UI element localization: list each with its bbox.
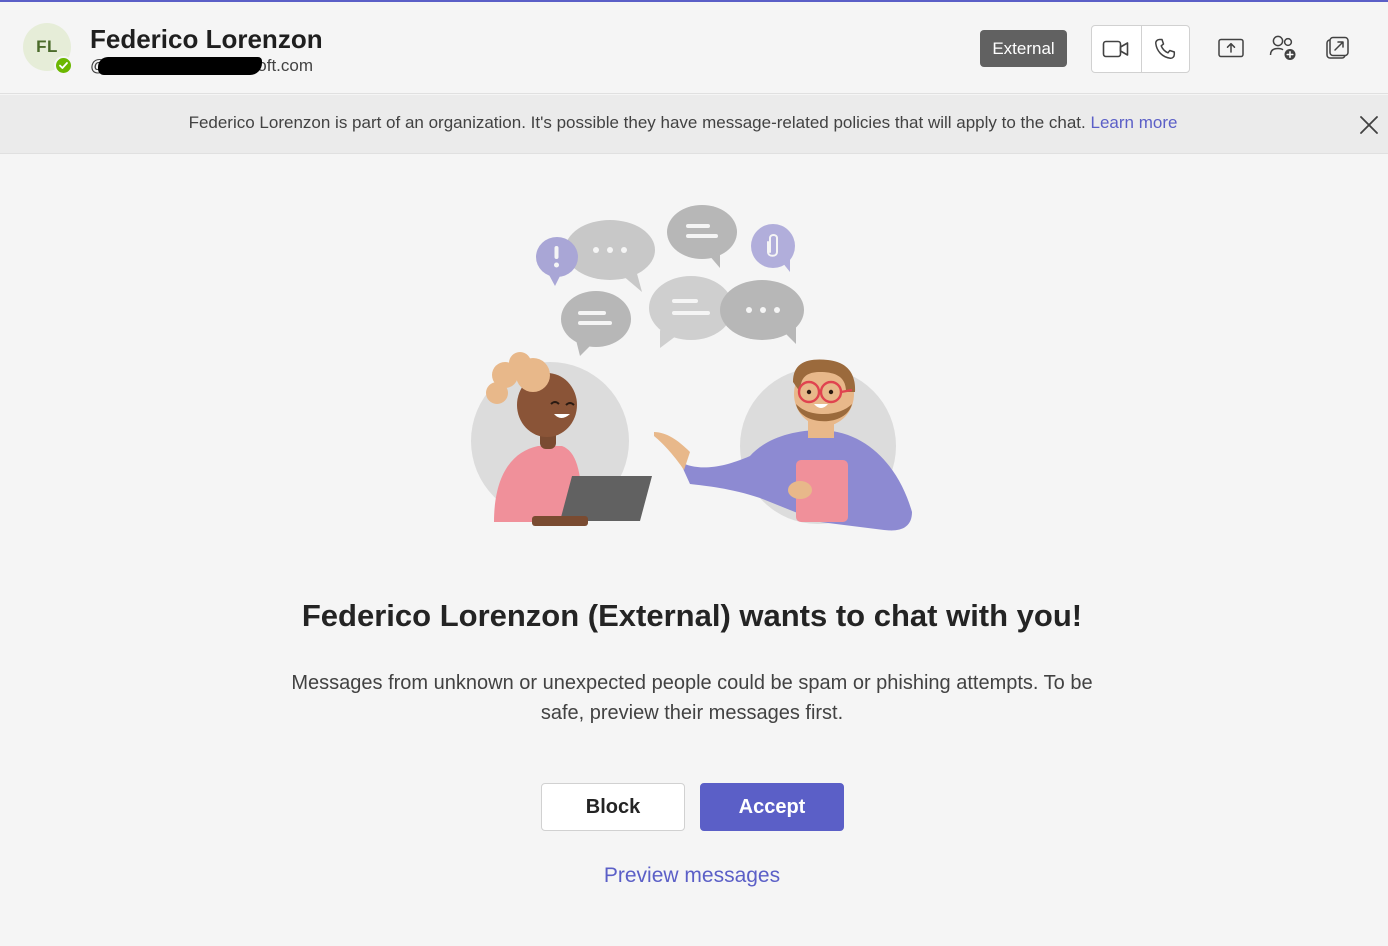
add-people-button[interactable] xyxy=(1268,33,1298,63)
speech-bubbles xyxy=(536,205,804,356)
block-button[interactable]: Block xyxy=(541,783,685,831)
contact-email-domain: oft.com xyxy=(257,56,314,75)
preview-messages-link: Preview messages xyxy=(0,864,1384,888)
pop-out-chat-icon xyxy=(1326,36,1349,59)
redaction-mark xyxy=(98,57,262,75)
close-icon xyxy=(1360,116,1378,134)
video-call-icon xyxy=(1102,40,1129,58)
chat-header: FL Federico Lorenzon @oft.com External xyxy=(0,2,1388,94)
audio-call-button[interactable] xyxy=(1140,26,1190,72)
org-policy-banner: Federico Lorenzon is part of an organiza… xyxy=(0,95,1388,154)
contact-name[interactable]: Federico Lorenzon xyxy=(90,24,323,55)
pop-out-button[interactable] xyxy=(1322,33,1352,63)
external-badge: External xyxy=(980,30,1067,67)
preview-messages-label[interactable]: Preview messages xyxy=(604,864,780,887)
chat-request-headline: Federico Lorenzon (External) wants to ch… xyxy=(301,598,1083,633)
available-check-icon xyxy=(54,56,73,75)
add-people-icon xyxy=(1269,35,1296,60)
accept-button[interactable]: Accept xyxy=(700,783,844,831)
share-screen-button[interactable] xyxy=(1216,33,1246,63)
safety-warning-text: Messages from unknown or unexpected peop… xyxy=(291,672,1093,724)
man-with-tablet xyxy=(654,359,912,531)
chat-request-illustration xyxy=(471,205,912,531)
call-button-group xyxy=(1091,25,1190,73)
woman-with-laptop xyxy=(471,352,652,526)
share-screen-icon xyxy=(1218,38,1244,58)
video-call-button[interactable] xyxy=(1092,26,1141,72)
banner-close-button[interactable] xyxy=(1356,112,1382,138)
avatar-initials: FL xyxy=(36,37,58,56)
banner-text: Federico Lorenzon is part of an organiza… xyxy=(188,113,1086,132)
audio-call-icon xyxy=(1155,38,1176,59)
learn-more-link[interactable]: Learn more xyxy=(1091,113,1178,132)
banner-message: Federico Lorenzon is part of an organiza… xyxy=(0,113,1366,133)
